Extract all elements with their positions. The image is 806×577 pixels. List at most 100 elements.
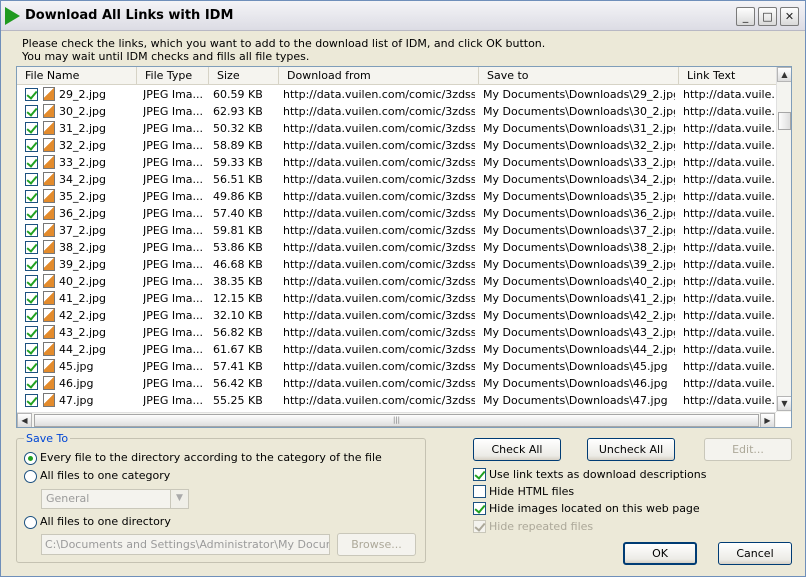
row-checkbox[interactable]: [25, 173, 38, 186]
hide-images-label[interactable]: Hide images located on this web page: [489, 502, 700, 515]
cell-file-type: JPEG Ima...: [143, 173, 204, 186]
idm-download-all-links-dialog: Download All Links with IDM _ □ ✕ Please…: [0, 0, 806, 577]
hide-html-checkbox[interactable]: [473, 485, 486, 498]
cell-size: 58.89 KB: [213, 139, 263, 152]
row-checkbox[interactable]: [25, 122, 38, 135]
cell-file-type: JPEG Ima...: [143, 190, 204, 203]
table-row[interactable]: 31_2.jpg JPEG Ima... 50.32 KB http://data.v…: [17, 120, 776, 137]
row-checkbox[interactable]: [25, 156, 38, 169]
table-row[interactable]: 43_2.jpg JPEG Ima... 56.82 KB http://data.v…: [17, 324, 776, 341]
close-icon[interactable]: ✕: [780, 7, 799, 26]
maximize-icon[interactable]: □: [758, 7, 777, 26]
row-checkbox[interactable]: [25, 326, 38, 339]
uncheck-all-button[interactable]: Uncheck All: [587, 438, 675, 461]
col-file-name[interactable]: File Name: [17, 67, 137, 85]
hide-images-checkbox[interactable]: [473, 502, 486, 515]
col-save-to[interactable]: Save to: [479, 67, 679, 85]
row-checkbox[interactable]: [25, 343, 38, 356]
cell-link-text: http://data.vuile...: [683, 326, 775, 339]
row-checkbox[interactable]: [25, 360, 38, 373]
table-row[interactable]: 29_2.jpg JPEG Ima... 60.59 KB http://data.v…: [17, 86, 776, 103]
table-row[interactable]: 32_2.jpg JPEG Ima... 58.89 KB http://data.v…: [17, 137, 776, 154]
directory-field[interactable]: C:\Documents and Settings\Administrator\…: [41, 534, 330, 555]
row-checkbox[interactable]: [25, 88, 38, 101]
cell-download-from: http://data.vuilen.com/comic/3zdssf...: [283, 224, 475, 237]
row-checkbox[interactable]: [25, 292, 38, 305]
table-row[interactable]: 40_2.jpg JPEG Ima... 38.35 KB http://data.v…: [17, 273, 776, 290]
horizontal-scroll-thumb[interactable]: |||: [34, 414, 759, 427]
cell-link-text: http://data.vuile...: [683, 309, 775, 322]
scroll-left-icon[interactable]: ◀: [17, 413, 32, 427]
check-all-button[interactable]: Check All: [473, 438, 561, 461]
image-file-icon: [43, 121, 55, 135]
hide-html-label[interactable]: Hide HTML files: [489, 485, 574, 498]
scroll-up-icon[interactable]: ▲: [777, 67, 791, 82]
radio-one-directory[interactable]: [24, 516, 37, 529]
row-checkbox[interactable]: [25, 105, 38, 118]
edit-button[interactable]: Edit...: [704, 438, 792, 461]
cell-link-text: http://data.vuile...: [683, 360, 775, 373]
row-checkbox[interactable]: [25, 241, 38, 254]
radio-one-category-label[interactable]: All files to one category: [40, 469, 170, 482]
use-link-texts-checkbox[interactable]: [473, 468, 486, 481]
cell-save-to: My Documents\Downloads\36_2.jpg: [483, 207, 675, 220]
scroll-right-icon[interactable]: ▶: [760, 413, 775, 427]
cell-size: 50.32 KB: [213, 122, 263, 135]
table-row[interactable]: 45.jpg JPEG Ima... 57.41 KB http://data.vui…: [17, 358, 776, 375]
cell-size: 59.81 KB: [213, 224, 263, 237]
table-row[interactable]: 46.jpg JPEG Ima... 56.42 KB http://data.vui…: [17, 375, 776, 392]
links-table[interactable]: File Name File Type Size Download from S…: [16, 66, 792, 428]
vertical-scroll-thumb[interactable]: [778, 112, 791, 130]
radio-one-category[interactable]: [24, 470, 37, 483]
radio-category-label[interactable]: Every file to the directory according to…: [40, 451, 382, 464]
cell-file-name: 40_2.jpg: [59, 275, 107, 288]
table-row[interactable]: 39_2.jpg JPEG Ima... 46.68 KB http://data.v…: [17, 256, 776, 273]
radio-category[interactable]: [24, 452, 37, 465]
cancel-button[interactable]: Cancel: [718, 542, 792, 565]
row-checkbox[interactable]: [25, 377, 38, 390]
col-link-text[interactable]: Link Text: [679, 67, 776, 85]
table-row[interactable]: 42_2.jpg JPEG Ima... 32.10 KB http://data.v…: [17, 307, 776, 324]
table-row[interactable]: 33_2.jpg JPEG Ima... 59.33 KB http://data.v…: [17, 154, 776, 171]
image-file-icon: [43, 393, 55, 407]
col-download-from[interactable]: Download from: [279, 67, 479, 85]
ok-button[interactable]: OK: [623, 542, 697, 565]
row-checkbox[interactable]: [25, 275, 38, 288]
vertical-scrollbar[interactable]: ▲ ▼: [776, 67, 791, 412]
table-row[interactable]: 38_2.jpg JPEG Ima... 53.86 KB http://data.v…: [17, 239, 776, 256]
table-row[interactable]: 44_2.jpg JPEG Ima... 61.67 KB http://data.v…: [17, 341, 776, 358]
cell-size: 46.68 KB: [213, 258, 263, 271]
category-select[interactable]: General ▼: [41, 489, 189, 509]
cell-save-to: My Documents\Downloads\47.jpg: [483, 394, 668, 407]
image-file-icon: [43, 155, 55, 169]
minimize-icon[interactable]: _: [736, 7, 755, 26]
row-checkbox[interactable]: [25, 139, 38, 152]
row-checkbox[interactable]: [25, 207, 38, 220]
cell-size: 60.59 KB: [213, 88, 263, 101]
row-checkbox[interactable]: [25, 190, 38, 203]
use-link-texts-label[interactable]: Use link texts as download descriptions: [489, 468, 706, 481]
col-file-type[interactable]: File Type: [137, 67, 209, 85]
hide-repeated-checkbox[interactable]: [473, 520, 486, 533]
col-size[interactable]: Size: [209, 67, 279, 85]
window-title: Download All Links with IDM: [25, 8, 234, 23]
scroll-down-icon[interactable]: ▼: [777, 396, 791, 411]
cell-download-from: http://data.vuilen.com/comic/3zdssf...: [283, 292, 475, 305]
browse-button[interactable]: Browse...: [337, 533, 416, 556]
row-checkbox[interactable]: [25, 258, 38, 271]
row-checkbox[interactable]: [25, 224, 38, 237]
table-row[interactable]: 34_2.jpg JPEG Ima... 56.51 KB http://data.v…: [17, 171, 776, 188]
chevron-down-icon[interactable]: ▼: [170, 490, 188, 508]
radio-one-directory-label[interactable]: All files to one directory: [40, 515, 171, 528]
table-row[interactable]: 35_2.jpg JPEG Ima... 49.86 KB http://data.v…: [17, 188, 776, 205]
cell-file-type: JPEG Ima...: [143, 326, 204, 339]
table-row[interactable]: 30_2.jpg JPEG Ima... 62.93 KB http://data.v…: [17, 103, 776, 120]
table-row[interactable]: 41_2.jpg JPEG Ima... 12.15 KB http://data.v…: [17, 290, 776, 307]
table-row[interactable]: 47.jpg JPEG Ima... 55.25 KB http://data.vui…: [17, 392, 776, 409]
table-row[interactable]: 37_2.jpg JPEG Ima... 59.81 KB http://data.v…: [17, 222, 776, 239]
row-checkbox[interactable]: [25, 394, 38, 407]
horizontal-scrollbar[interactable]: ◀ ||| ▶: [17, 412, 776, 427]
save-to-group: Save To Every file to the directory acco…: [16, 432, 426, 563]
table-row[interactable]: 36_2.jpg JPEG Ima... 57.40 KB http://data.v…: [17, 205, 776, 222]
row-checkbox[interactable]: [25, 309, 38, 322]
